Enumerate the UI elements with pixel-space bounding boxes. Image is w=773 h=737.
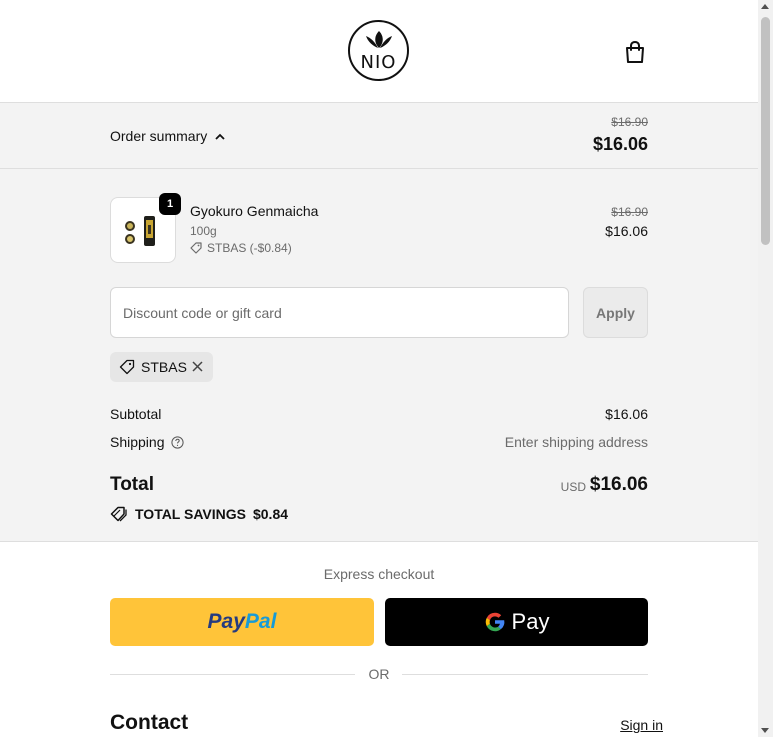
sign-in-link[interactable]: Sign in <box>620 717 663 733</box>
tag-icon <box>119 359 135 375</box>
subtotal-value: $16.06 <box>605 406 648 422</box>
discount-code-input[interactable] <box>110 287 569 338</box>
google-pay-button[interactable]: Pay <box>385 598 648 646</box>
quantity-badge: 1 <box>159 193 181 215</box>
google-pay-label: Pay <box>511 609 550 634</box>
help-icon[interactable] <box>170 435 184 449</box>
shopping-bag-icon[interactable] <box>624 40 646 64</box>
summary-total: $16.06 <box>592 134 648 154</box>
subtotal-label: Subtotal <box>110 406 162 422</box>
summary-original-total: $16.90 <box>611 115 648 129</box>
store-header: NIO <box>0 0 758 103</box>
scroll-up-arrow[interactable] <box>761 4 769 9</box>
lotus-leaf-icon <box>366 31 392 48</box>
order-summary-bar[interactable]: Order summary $16.90 $16.06 <box>0 103 758 169</box>
order-summary-panel: 1 Gyokuro Genmaicha 100g STBAS (-$0.84) … <box>0 169 758 542</box>
logo-text: NIO <box>360 52 397 73</box>
savings-value: $0.84 <box>252 506 289 522</box>
scroll-down-arrow[interactable] <box>761 728 769 733</box>
product-name: Gyokuro Genmaicha <box>190 203 319 219</box>
tag-icon <box>190 242 202 254</box>
shipping-row: Shipping <box>110 434 184 450</box>
applied-discount-chip: STBAS <box>110 352 213 382</box>
total-value: $16.06 <box>589 474 648 495</box>
google-g-icon <box>485 612 504 632</box>
product-discount-label: STBAS (-$0.84) <box>207 241 292 255</box>
product-discount: STBAS (-$0.84) <box>190 241 292 255</box>
store-logo[interactable]: NIO <box>348 20 409 81</box>
paypal-logo-part1: Pay <box>207 610 245 633</box>
applied-discount-code: STBAS <box>141 359 187 375</box>
product-original-price: $16.90 <box>611 205 648 219</box>
page-scrollbar[interactable] <box>758 0 773 737</box>
contact-heading: Contact <box>110 711 189 734</box>
chevron-up-icon <box>215 133 225 140</box>
shipping-value: Enter shipping address <box>504 434 648 450</box>
or-divider-left <box>110 674 355 675</box>
remove-discount-icon[interactable] <box>191 360 204 373</box>
total-currency: USD <box>560 480 586 494</box>
order-summary-label: Order summary <box>110 128 208 144</box>
shipping-label: Shipping <box>110 434 165 450</box>
or-divider-label: OR <box>368 666 390 682</box>
paypal-logo-part2: Pal <box>244 610 277 633</box>
paypal-button[interactable]: PayPal <box>110 598 374 646</box>
or-divider-right <box>402 674 648 675</box>
savings-tag-icon <box>110 506 127 522</box>
product-variant: 100g <box>190 224 217 238</box>
apply-discount-button[interactable]: Apply <box>583 287 648 338</box>
express-checkout-heading: Express checkout <box>323 566 435 582</box>
savings-label: TOTAL SAVINGS <box>135 506 246 522</box>
order-summary-toggle[interactable]: Order summary <box>110 128 225 144</box>
total-label: Total <box>110 474 154 495</box>
scrollbar-thumb[interactable] <box>761 17 770 245</box>
total-savings: TOTAL SAVINGS $0.84 <box>110 506 288 522</box>
product-price: $16.06 <box>605 223 648 239</box>
